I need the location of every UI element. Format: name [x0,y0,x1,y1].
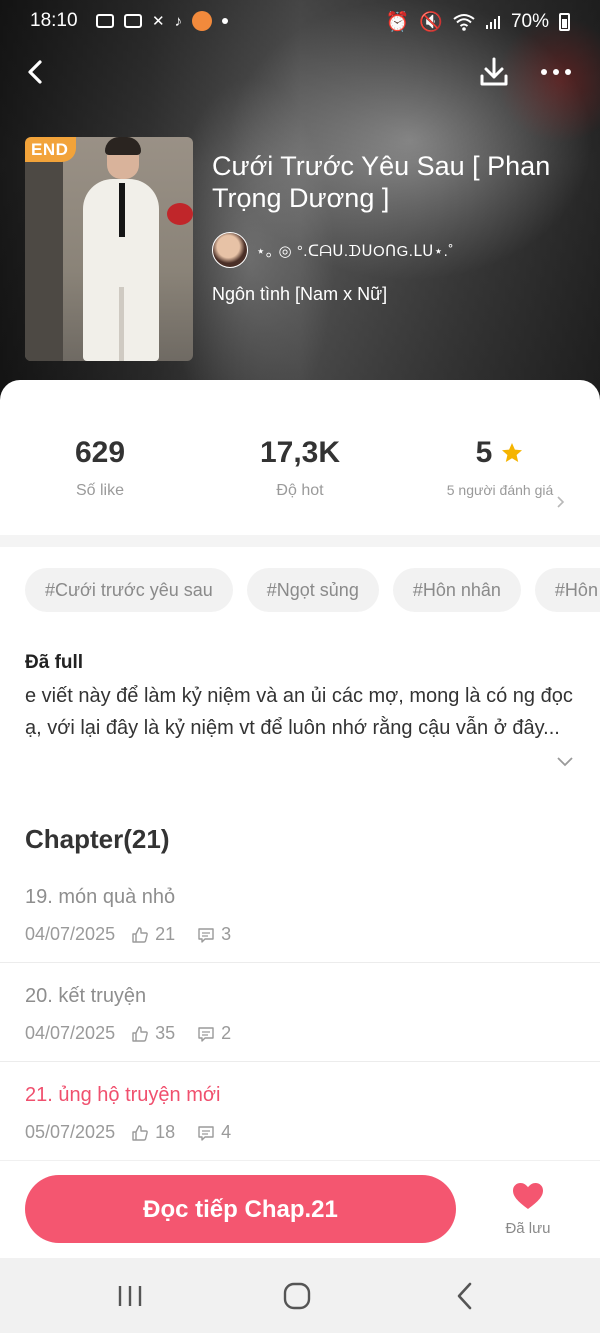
signal-icon [485,16,500,29]
chapter-name[interactable]: 21. ủng hộ truyện mới [25,1084,220,1107]
author-avatar[interactable] [212,232,248,268]
thumbs-up-icon [132,1025,148,1042]
tag-chip[interactable]: #Hôn nhân [534,568,600,612]
thumbs-up-icon [132,926,148,943]
wifi-icon [453,14,475,31]
system-nav-bar [0,1258,600,1333]
star-icon [502,443,523,462]
missed-call-icon: ✕ [152,13,165,30]
heart-icon[interactable] [511,1181,545,1211]
author-row[interactable]: ⋆｡ ◎ °.ᑕᗩᑌ.ᗪᑌOᑎG.ᒪᑌ⋆.˚ [212,232,572,268]
stat-rating[interactable]: 5 5 người đánh giá [400,436,600,500]
chevron-right-icon[interactable] [555,494,567,510]
status-time: 18:10 [30,10,78,31]
book-info: Cưới Trước Yêu Sau [ Phan Trọng Dương ] … [212,150,572,305]
comment-icon [198,927,214,943]
alarm-icon: ⏰ [385,12,410,33]
rating-value: 5 [475,436,493,469]
status-bar: 18:10 ✕ ♪ ⏰ 🔇 70% [0,0,600,42]
battery-text: 70% [510,11,549,32]
tag-chip[interactable]: #Cưới trước yêu sau [25,568,233,612]
chapter-date: 04/07/2025 [25,924,116,944]
book-title: Cưới Trước Yêu Sau [ Phan Trọng Dương ] [212,151,551,213]
comment-icon [198,1026,214,1042]
tag-list: #Cưới trước yêu sau #Ngọt sủng #Hôn nhân #H… [25,568,600,612]
completion-status: Đã full [25,652,84,673]
battery-icon [559,13,570,31]
section-divider [0,535,600,547]
nav-back-icon[interactable] [445,1276,485,1316]
chapter-heading: Chapter(21) [25,824,170,854]
hot-count: 17,3K [259,436,341,469]
chapter-name[interactable]: 19. món quà nhỏ [25,886,175,909]
end-badge: END [25,137,77,162]
chapter-meta: 04/07/2025 35 2 [25,1023,231,1044]
saved-label: Đã lưu [505,1220,551,1237]
chapter-row[interactable]: 19. món quà nhỏ 04/07/2025 21 3 [0,864,600,963]
chapter-name[interactable]: 20. kết truyện [25,985,146,1008]
chapter-likes: 35 [155,1023,176,1043]
tag-chip[interactable]: #Ngọt sủng [246,568,379,612]
chapter-date: 04/07/2025 [25,1023,116,1043]
dot-icon [222,18,229,24]
system-icons: ⏰ 🔇 70% [386,10,570,34]
mute-icon: 🔇 [419,12,443,33]
stat-hot: 17,3K Độ hot [200,436,400,500]
likes-count: 629 [74,436,126,469]
stats-row: 629 Số like 17,3K Độ hot 5 5 người đánh … [0,380,600,535]
continue-reading-button[interactable]: Đọc tiếp Chap.21 [25,1175,456,1243]
youtube-icon [124,14,142,28]
book-genre: Ngôn tình [Nam x Nữ] [212,284,388,304]
description-text: e viết này để làm kỷ niệm và an ủi các m… [25,685,573,739]
chapter-comments: 4 [221,1122,232,1142]
chapter-meta: 04/07/2025 21 3 [25,924,231,945]
message-icon [96,14,114,28]
saved-toggle[interactable]: Đã lưu [496,1181,560,1237]
chapter-date: 05/07/2025 [25,1122,116,1142]
orange-app-icon [192,11,213,31]
chapter-meta: 05/07/2025 18 4 [25,1122,231,1143]
bottom-action-bar: Đọc tiếp Chap.21 Đã lưu [0,1160,600,1259]
chevron-down-icon[interactable] [555,754,575,768]
description: Đã full e viết này để làm kỷ niệm và an … [25,652,575,744]
chapter-comments: 3 [221,924,232,944]
likes-label: Số like [75,482,125,499]
tag-chip[interactable]: #Hôn nhân [392,568,521,612]
hot-label: Độ hot [276,482,324,499]
more-dots-icon[interactable] [536,52,576,92]
top-app-bar [0,50,600,94]
thumbs-up-icon [132,1124,148,1141]
rating-value-row: 5 [400,436,600,470]
notification-icons: ✕ ♪ [96,11,229,31]
chapter-likes: 21 [155,924,176,944]
book-cover[interactable]: END [25,137,193,361]
download-icon[interactable] [474,52,514,92]
back-arrow-icon[interactable] [18,54,54,90]
chapter-likes: 18 [155,1122,176,1142]
tiktok-icon: ♪ [174,12,183,30]
chapter-row-current[interactable]: 21. ủng hộ truyện mới 05/07/2025 18 4 [0,1062,600,1160]
author-name[interactable]: ⋆｡ ◎ °.ᑕᗩᑌ.ᗪᑌOᑎG.ᒪᑌ⋆.˚ [256,240,454,261]
chapter-list: 19. món quà nhỏ 04/07/2025 21 3 20. kết … [0,864,600,1160]
recent-apps-icon[interactable] [110,1276,150,1316]
stat-likes: 629 Số like [0,436,200,500]
chapter-comments: 2 [221,1023,232,1043]
home-icon[interactable] [277,1276,317,1316]
chapter-row[interactable]: 20. kết truyện 04/07/2025 35 2 [0,963,600,1062]
rating-label: 5 người đánh giá [446,482,554,498]
comment-icon [198,1125,214,1141]
